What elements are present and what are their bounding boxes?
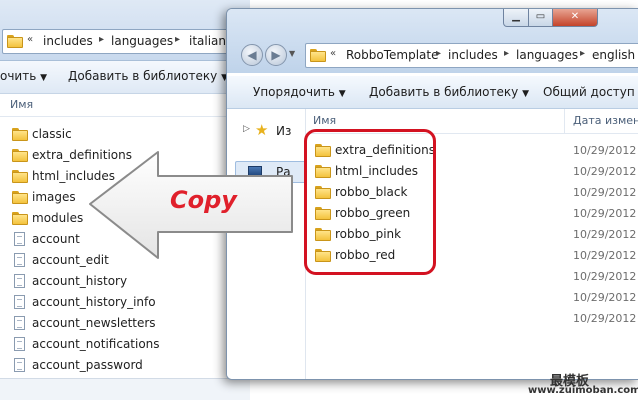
add-to-library-label: Добавить в библиотеку xyxy=(68,69,218,83)
maximize-button[interactable]: ▭ xyxy=(528,9,553,27)
item-date: 10/29/2012 3 xyxy=(573,186,638,199)
minimize-icon: ▁ xyxy=(512,11,520,22)
breadcrumb-item[interactable]: languages xyxy=(111,34,173,48)
star-icon: ★ xyxy=(255,121,269,139)
dropdown-arrow-icon: ▼ xyxy=(522,89,529,99)
minimize-button[interactable]: ▁ xyxy=(503,9,529,27)
left-status-bar xyxy=(0,378,250,400)
breadcrumb-item[interactable]: languages xyxy=(516,48,578,62)
organize-label: очить xyxy=(0,69,37,83)
breadcrumb-separator-icon[interactable]: ▸ xyxy=(580,48,585,59)
close-button[interactable]: ✕ xyxy=(552,9,598,27)
file-icon xyxy=(14,337,25,351)
nav-item-label: Из xyxy=(276,124,292,138)
file-icon xyxy=(14,316,25,330)
item-label: account_notifications xyxy=(32,337,160,351)
expand-arrow-icon[interactable]: ▷ xyxy=(243,124,250,134)
item-date: 10/29/2012 3 xyxy=(573,249,638,262)
right-command-bar: Упорядочить ▼ Добавить в библиотеку ▼ Об… xyxy=(227,76,638,109)
maximize-icon: ▭ xyxy=(535,11,546,22)
breadcrumb-item[interactable]: RobboTemplate xyxy=(346,48,438,62)
arrow-right-icon: ▶ xyxy=(271,48,281,62)
list-item[interactable]: account_password xyxy=(0,355,250,376)
column-name-label: Имя xyxy=(10,98,34,111)
right-address-bar[interactable]: « RobboTemplate ▸ includes ▸ languages ▸… xyxy=(305,43,638,68)
breadcrumb-separator-icon[interactable]: ▸ xyxy=(436,48,441,59)
item-label: account_history_info xyxy=(32,295,156,309)
left-command-bar: очить ▼ Добавить в библиотеку ▼ xyxy=(0,61,250,94)
breadcrumb-item[interactable]: english xyxy=(592,48,635,62)
breadcrumb-separator-icon[interactable]: ▸ xyxy=(504,48,509,59)
item-label: account_newsletters xyxy=(32,316,156,330)
file-icon xyxy=(14,253,25,267)
item-date: 10/29/2012 3 xyxy=(573,144,638,157)
breadcrumb-chevron-icon: « xyxy=(330,48,337,59)
close-icon: ✕ xyxy=(570,11,580,22)
share-button[interactable]: Общий доступ ▼ xyxy=(543,85,638,99)
left-column-header[interactable]: Имя xyxy=(0,94,250,117)
left-address-bar[interactable]: « includes ▸ languages ▸ italian xyxy=(2,29,236,54)
organize-button[interactable]: Упорядочить ▼ xyxy=(253,85,346,99)
item-label: account_password xyxy=(32,358,143,372)
folder-icon xyxy=(12,170,28,183)
folder-icon xyxy=(310,49,326,62)
dropdown-arrow-icon: ▼ xyxy=(40,73,48,83)
recent-pages-dropdown-icon[interactable]: ▼ xyxy=(289,49,295,58)
organize-button[interactable]: очить ▼ xyxy=(0,69,47,83)
item-label: images xyxy=(32,190,76,204)
breadcrumb-chevron-icon: « xyxy=(27,34,34,45)
add-to-library-label: Добавить в библиотеку xyxy=(369,85,519,99)
watermark-url: www.zuimoban.com xyxy=(528,385,638,396)
folder-icon xyxy=(12,191,28,204)
breadcrumb-item[interactable]: italian xyxy=(189,34,226,48)
folder-icon xyxy=(12,149,28,162)
copy-label: Copy xyxy=(170,186,237,214)
list-item[interactable]: classic xyxy=(0,124,250,145)
selection-highlight xyxy=(304,129,436,275)
item-date: 10/29/2012 3 xyxy=(573,228,638,241)
item-date: 10/29/2012 3 xyxy=(573,165,638,178)
file-icon xyxy=(14,274,25,288)
share-label: Общий доступ xyxy=(543,85,635,99)
file-icon xyxy=(14,295,25,309)
breadcrumb-separator-icon[interactable]: ▸ xyxy=(99,34,104,45)
item-date: 10/29/2012 3 xyxy=(573,312,638,325)
add-to-library-button[interactable]: Добавить в библиотеку ▼ xyxy=(68,69,228,83)
list-item[interactable]: account_newsletters xyxy=(0,313,250,334)
column-name-header[interactable]: Имя xyxy=(313,114,336,127)
nav-item-favorites[interactable]: ▷ ★ Из xyxy=(243,121,303,141)
folder-icon xyxy=(12,212,28,225)
file-icon xyxy=(14,232,25,246)
breadcrumb-separator-icon[interactable]: ▸ xyxy=(175,34,180,45)
list-item[interactable]: account_history_info xyxy=(0,292,250,313)
folder-icon xyxy=(12,128,28,141)
arrow-left-icon: ◀ xyxy=(247,48,257,62)
list-item[interactable]: account_notifications xyxy=(0,334,250,355)
folder-icon xyxy=(7,35,23,48)
item-label: modules xyxy=(32,211,84,225)
item-label: account xyxy=(32,232,80,246)
item-date: 10/29/2012 3 xyxy=(573,291,638,304)
forward-button[interactable]: ▶ xyxy=(265,44,287,66)
item-label: account_history xyxy=(32,274,128,288)
item-label: classic xyxy=(32,127,72,141)
column-date-header[interactable]: Дата измене xyxy=(573,114,638,127)
watermark: 最模板 www.zuimoban.com xyxy=(524,370,638,398)
file-icon xyxy=(14,358,25,372)
item-date: 10/29/2012 3 xyxy=(573,207,638,220)
item-date: 10/29/2012 3 xyxy=(573,270,638,283)
back-button[interactable]: ◀ xyxy=(241,44,263,66)
add-to-library-button[interactable]: Добавить в библиотеку ▼ xyxy=(369,85,529,99)
column-divider[interactable] xyxy=(564,109,565,133)
list-item[interactable]: account_history xyxy=(0,271,250,292)
dropdown-arrow-icon: ▼ xyxy=(338,89,346,99)
organize-label: Упорядочить xyxy=(253,85,335,99)
breadcrumb-item[interactable]: includes xyxy=(448,48,498,62)
breadcrumb-item[interactable]: includes xyxy=(43,34,93,48)
